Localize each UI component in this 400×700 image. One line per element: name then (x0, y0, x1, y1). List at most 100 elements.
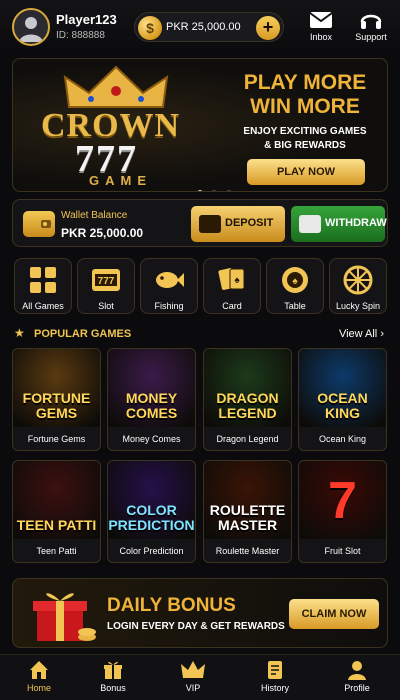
banner-headline: PLAY MORE WIN MORE (235, 71, 375, 119)
game-name: Ocean King (318, 434, 367, 444)
profile-icon (348, 661, 366, 680)
game-name: Teen Patti (36, 546, 77, 556)
category-label: Card (222, 301, 242, 311)
view-all-label: View All (338, 328, 378, 340)
banner-subline-1: ENJOY EXCITING GAMES (243, 126, 367, 137)
category-lucky-spin[interactable]: Lucky Spin (329, 258, 387, 314)
carousel-dot[interactable] (197, 190, 203, 191)
game-name: Fortune Gems (27, 434, 86, 444)
game-artwork: COLOR PREDICTION (108, 461, 195, 539)
chevron-right-icon: › (380, 328, 384, 340)
game-tile[interactable]: COLOR PREDICTION Color Prediction (107, 460, 196, 563)
support-label: Support (355, 32, 387, 42)
history-icon (268, 661, 282, 679)
game-artwork: DRAGON LEGEND (204, 349, 291, 427)
game-tile[interactable]: OCEAN KING Ocean King (298, 348, 387, 451)
user-id: ID: 888888 (56, 30, 105, 41)
header-balance: PKR 25,000.00 (166, 21, 241, 33)
logo-game-text: GAME (89, 173, 152, 188)
nav-label: Profile (344, 683, 370, 693)
category-label: Table (284, 301, 306, 311)
game-art-title: OCEAN KING (317, 390, 368, 421)
game-name: Roulette Master (215, 546, 280, 556)
game-tile[interactable]: TEEN PATTI Teen Patti (12, 460, 101, 563)
deposit-label: DEPOSIT (225, 217, 274, 229)
game-name: Color Prediction (119, 546, 184, 556)
support-button[interactable]: Support (348, 10, 394, 42)
category-slot[interactable]: 777 Slot (77, 258, 135, 314)
balance-pill[interactable]: $ PKR 25,000.00 + (134, 12, 284, 42)
game-artwork: OCEAN KING (299, 349, 386, 427)
game-art-title: ROULETTE MASTER (209, 502, 286, 533)
wallet-icon (23, 211, 55, 237)
nav-profile[interactable]: Profile (327, 659, 387, 693)
promo-banner[interactable]: CROWN 777 GAME PLAY MORE WIN MORE ENJOY … (12, 58, 388, 192)
category-all-games[interactable]: All Games (14, 258, 72, 314)
game-artwork: ROULETTE MASTER (204, 461, 291, 539)
game-artwork: 7 (299, 461, 386, 539)
nav-history[interactable]: History (245, 659, 305, 693)
nav-label: Bonus (100, 683, 126, 693)
nav-label: VIP (185, 683, 201, 693)
game-tile[interactable]: FORTUNE GEMS Fortune Gems (12, 348, 101, 451)
play-now-button[interactable]: PLAY NOW (247, 159, 365, 185)
popular-games-title: POPULAR GAMES (34, 328, 132, 340)
game-artwork: MONEY COMES (108, 349, 195, 427)
game-name: Money Comes (122, 434, 181, 444)
nav-home[interactable]: Home (9, 659, 69, 693)
game-art-title: MONEY COMES (125, 390, 178, 421)
gift-box-icon (33, 593, 96, 641)
category-label: Slot (98, 301, 114, 311)
withdraw-label: WITHDRAW (325, 217, 387, 229)
wheel-icon (343, 265, 373, 295)
headset-icon (360, 14, 382, 29)
banner-headline-1: PLAY MORE (243, 71, 367, 94)
game-tile[interactable]: 7 Fruit Slot (298, 460, 387, 563)
carousel-dot[interactable] (211, 190, 218, 191)
inbox-button[interactable]: Inbox (298, 10, 344, 42)
cards-icon: ♠ (218, 268, 245, 290)
game-artwork: FORTUNE GEMS (13, 349, 100, 427)
carousel-dots[interactable] (197, 183, 236, 191)
game-art-title: FORTUNE GEMS (22, 390, 91, 421)
nav-bonus[interactable]: Bonus (83, 659, 143, 693)
game-art-title: DRAGON LEGEND (216, 390, 279, 421)
grid-icon (30, 267, 56, 293)
game-artwork: TEEN PATTI (13, 461, 100, 539)
game-tile[interactable]: MONEY COMES Money Comes (107, 348, 196, 451)
fish-icon (156, 272, 184, 288)
svg-text:♠: ♠ (234, 275, 240, 286)
carousel-dot[interactable] (225, 190, 232, 191)
svg-text:♠: ♠ (292, 276, 298, 287)
category-card[interactable]: ♠ Card (203, 258, 261, 314)
nav-label: History (260, 683, 289, 693)
gift-icon (104, 661, 122, 679)
game-tile[interactable]: DRAGON LEGEND Dragon Legend (203, 348, 292, 451)
add-funds-button[interactable]: + (256, 16, 280, 40)
star-icon: ★ (14, 326, 25, 340)
game-tile[interactable]: ROULETTE MASTER Roulette Master (203, 460, 292, 563)
withdraw-button[interactable]: WITHDRAW (291, 206, 387, 242)
deposit-button[interactable]: DEPOSIT (191, 206, 285, 242)
daily-bonus-title: DAILY BONUS (107, 595, 236, 616)
view-all-link[interactable]: View All › (339, 328, 384, 340)
top-bar: Player123 ID: 888888 $ PKR 25,000.00 + I… (0, 0, 400, 52)
avatar[interactable] (12, 8, 50, 46)
banner-subline-2: & BIG REWARDS (264, 140, 346, 151)
game-name: Fruit Slot (324, 546, 361, 556)
svg-text:777: 777 (98, 276, 115, 287)
wallet-deposit-icon (199, 215, 221, 233)
category-label: Fishing (154, 301, 184, 311)
claim-now-button[interactable]: CLAIM NOW (289, 599, 379, 629)
poker-chip-icon: ♠ (282, 267, 308, 293)
game-art-title: TEEN PATTI (16, 517, 97, 533)
daily-bonus-card[interactable]: DAILY BONUS LOGIN EVERY DAY & GET REWARD… (12, 578, 388, 648)
category-fishing[interactable]: Fishing (140, 258, 198, 314)
banner-subline: ENJOY EXCITING GAMES & BIG REWARDS (225, 125, 385, 153)
inbox-label: Inbox (309, 32, 333, 42)
game-art-title: COLOR PREDICTION (108, 502, 195, 533)
nav-vip[interactable]: VIP (163, 659, 223, 693)
daily-bonus-subtitle: LOGIN EVERY DAY & GET REWARDS (107, 621, 285, 632)
coin-icon: $ (138, 16, 162, 40)
category-table[interactable]: ♠ Table (266, 258, 324, 314)
